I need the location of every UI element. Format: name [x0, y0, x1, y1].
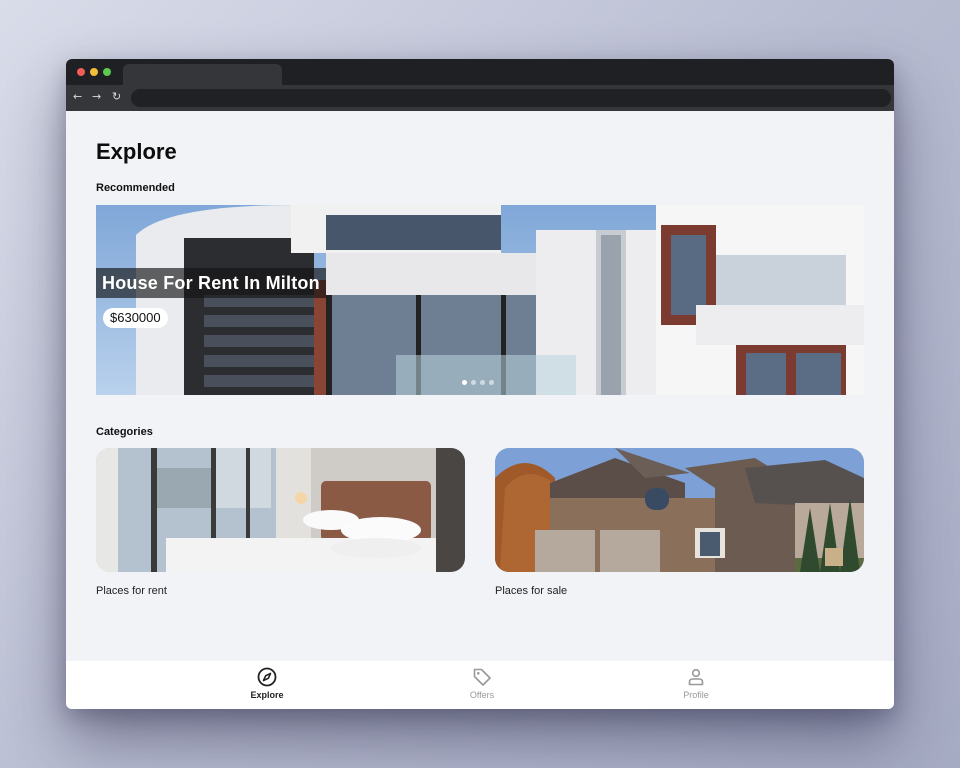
browser-window: ← → ↻ Explore Recommended House For Rent…	[66, 59, 894, 709]
reload-icon[interactable]: ↻	[112, 90, 121, 104]
carousel-dot[interactable]	[489, 380, 494, 385]
minimize-window-button[interactable]	[90, 68, 98, 76]
modern-house-photo	[96, 205, 864, 395]
recommended-heading: Recommended	[96, 182, 175, 194]
nav-offers[interactable]: Offers	[447, 667, 517, 700]
nav-profile[interactable]: Profile	[661, 667, 731, 700]
maximize-window-button[interactable]	[103, 68, 111, 76]
places-for-sale-label[interactable]: Places for sale	[495, 585, 567, 597]
carousel-dot[interactable]	[471, 380, 476, 385]
user-icon	[688, 668, 704, 686]
recommended-listing-card[interactable]: House For Rent In Milton $630000	[96, 205, 864, 395]
bottom-navigation: Explore Offers Profile	[66, 661, 894, 709]
listing-title: House For Rent In Milton	[96, 268, 326, 298]
browser-tab[interactable]	[123, 64, 282, 85]
arrow-right-icon[interactable]: →	[92, 90, 101, 104]
carousel-dot[interactable]	[462, 380, 467, 385]
nav-offers-label: Offers	[469, 690, 495, 700]
nav-profile-label: Profile	[683, 690, 709, 700]
title-bar	[66, 59, 894, 85]
house-exterior-photo	[495, 448, 864, 572]
listing-price-badge: $630000	[103, 308, 168, 328]
page-title: Explore	[96, 139, 177, 164]
nav-explore[interactable]: Explore	[232, 667, 302, 700]
close-window-button[interactable]	[77, 68, 85, 76]
compass-icon	[257, 667, 277, 687]
nav-explore-label: Explore	[250, 690, 284, 700]
arrow-left-icon[interactable]: ←	[73, 90, 82, 104]
address-bar[interactable]	[131, 89, 891, 107]
carousel-indicator	[462, 380, 494, 385]
carousel-dot[interactable]	[480, 380, 485, 385]
bedroom-photo	[96, 448, 465, 572]
toolbar: ← → ↻	[66, 85, 894, 111]
categories-heading: Categories	[96, 426, 153, 438]
places-for-sale-card[interactable]	[495, 448, 864, 572]
tag-icon	[473, 668, 491, 686]
places-for-rent-card[interactable]	[96, 448, 465, 572]
places-for-rent-label[interactable]: Places for rent	[96, 585, 167, 597]
explore-page: Explore Recommended House For Rent In Mi…	[66, 111, 894, 661]
